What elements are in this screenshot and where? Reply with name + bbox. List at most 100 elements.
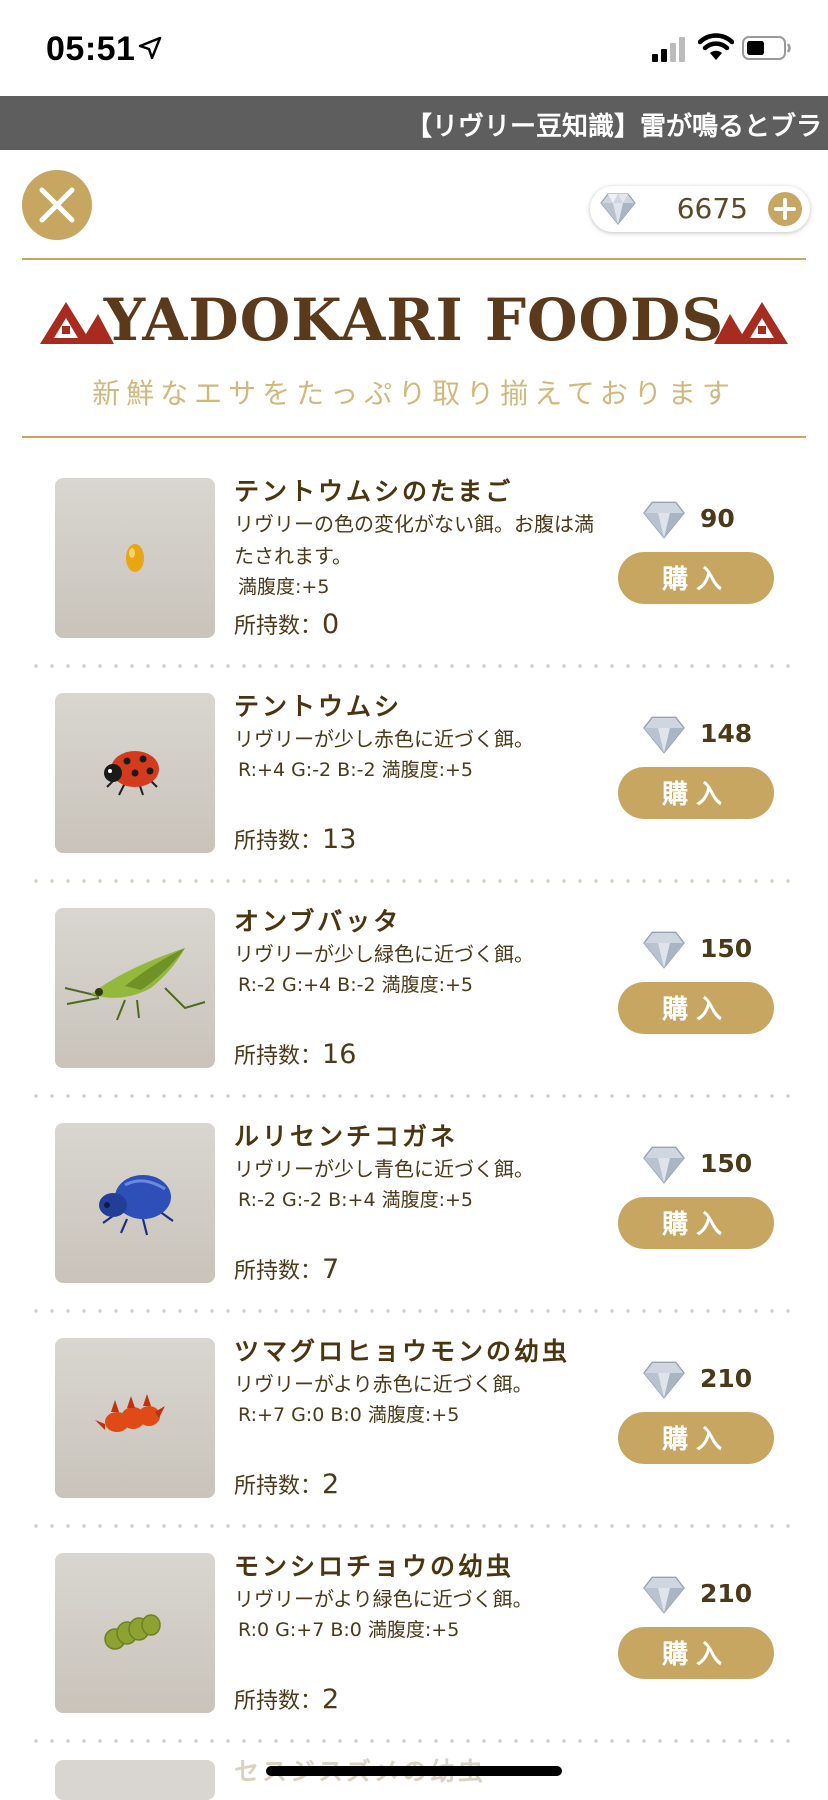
owned-label: 所持数： — [234, 1044, 323, 1069]
item-price: 210 — [700, 1579, 753, 1608]
grasshopper-icon — [64, 948, 206, 1021]
item-stats: R:-2 G:-2 B:+4 満腹度:+5 — [238, 1189, 474, 1211]
buy-button[interactable]: 購入 — [618, 552, 774, 604]
dotted-separator — [28, 1524, 800, 1528]
dotted-separator — [28, 1094, 800, 1098]
diamond-icon — [600, 193, 636, 225]
diamond-icon — [643, 1146, 685, 1184]
owned-label: 所持数： — [234, 1689, 323, 1714]
item-image — [55, 908, 215, 1068]
battery-icon — [742, 36, 791, 60]
item-description: リヴリーが少し青色に近づく餌。 — [234, 1157, 534, 1181]
list-item: ルリセンチコガネ リヴリーが少し青色に近づく餌。 R:-2 G:-2 B:+4 … — [0, 1122, 828, 1338]
status-time: 05:51 — [46, 30, 136, 68]
owned-count: 2 — [322, 1684, 340, 1715]
divider-top — [22, 258, 806, 260]
close-button[interactable] — [22, 170, 92, 240]
item-owned: 所持数：7 — [234, 1253, 339, 1285]
buy-button[interactable]: 購入 — [618, 767, 774, 819]
home-indicator[interactable] — [266, 1766, 562, 1776]
item-name: テントウムシのたまご — [234, 477, 514, 506]
buy-button[interactable]: 購入 — [618, 1412, 774, 1464]
diamond-icon — [643, 1361, 685, 1399]
plus-icon — [774, 198, 796, 220]
item-stats: 満腹度:+5 — [238, 576, 330, 598]
divider-bottom — [22, 436, 806, 438]
item-description: リヴリーが少し赤色に近づく餌。 — [234, 727, 534, 751]
location-arrow-icon — [138, 36, 162, 60]
close-icon — [39, 187, 75, 223]
item-image — [55, 1123, 215, 1283]
item-stats: R:+7 G:0 B:0 満腹度:+5 — [238, 1404, 460, 1426]
buy-button[interactable]: 購入 — [618, 1197, 774, 1249]
item-price: 150 — [700, 934, 753, 963]
dotted-separator — [28, 879, 800, 883]
ladybug-egg-icon — [126, 544, 144, 572]
item-name: ツマグロヒョウモンの幼虫 — [234, 1337, 571, 1366]
item-description: リヴリーの色の変化がない餌。お腹は満たされます。 — [234, 512, 594, 568]
item-name: モンシロチョウの幼虫 — [234, 1552, 515, 1581]
diamond-icon — [643, 1576, 685, 1614]
item-owned: 所持数：13 — [234, 823, 356, 855]
shop-logo-mark-icon — [714, 302, 788, 344]
ladybug-icon — [104, 751, 159, 796]
owned-label: 所持数： — [234, 1259, 323, 1284]
buy-button[interactable]: 購入 — [618, 982, 774, 1034]
diamond-icon — [643, 931, 685, 969]
item-owned: 所持数：2 — [234, 1468, 339, 1500]
list-item: オンブバッタ リヴリーが少し緑色に近づく餌。 R:-2 G:+4 B:-2 満腹… — [0, 907, 828, 1123]
shop-subtitle: 新鮮なエサをたっぷり取り揃えております — [92, 377, 736, 410]
green-caterpillar-icon — [104, 1614, 161, 1650]
next-item-image — [55, 1760, 215, 1800]
item-price: 150 — [700, 1149, 753, 1178]
item-owned: 所持数：16 — [234, 1038, 356, 1070]
item-description: リヴリーがより赤色に近づく餌。 — [234, 1372, 533, 1396]
wifi-icon — [698, 33, 734, 60]
item-price: 90 — [700, 504, 735, 533]
item-image — [55, 1338, 215, 1498]
item-stats: R:+4 G:-2 B:-2 満腹度:+5 — [238, 759, 474, 781]
shop-title: YADOKARI FOODS — [103, 286, 725, 354]
owned-count: 0 — [322, 609, 340, 640]
item-description: リヴリーが少し緑色に近づく餌。 — [234, 942, 534, 966]
item-owned: 所持数：2 — [234, 1683, 339, 1715]
item-description: リヴリーがより緑色に近づく餌。 — [234, 1587, 533, 1611]
item-price: 210 — [700, 1364, 753, 1393]
item-image — [55, 478, 215, 638]
list-item: ツマグロヒョウモンの幼虫 リヴリーがより赤色に近づく餌。 R:+7 G:0 B:… — [0, 1337, 828, 1553]
list-item: モンシロチョウの幼虫 リヴリーがより緑色に近づく餌。 R:0 G:+7 B:0 … — [0, 1552, 828, 1768]
news-ticker: 【リヴリー豆知識】雷が鳴るとブラ — [0, 96, 828, 150]
owned-label: 所持数： — [234, 614, 323, 639]
item-image — [55, 693, 215, 853]
item-stats: R:-2 G:+4 B:-2 満腹度:+5 — [238, 974, 474, 996]
dotted-separator — [28, 1309, 800, 1313]
dotted-separator — [28, 664, 800, 668]
owned-count: 13 — [322, 824, 357, 855]
add-gems-button[interactable] — [768, 192, 802, 226]
item-owned: 所持数：0 — [234, 608, 339, 640]
status-bar: 05:51 — [0, 0, 828, 96]
diamond-icon — [643, 501, 685, 539]
item-price: 148 — [700, 719, 753, 748]
item-name: オンブバッタ — [234, 907, 402, 936]
item-stats: R:0 G:+7 B:0 満腹度:+5 — [238, 1619, 460, 1641]
item-name: テントウムシ — [234, 692, 403, 721]
owned-label: 所持数： — [234, 1474, 323, 1499]
owned-count: 7 — [322, 1254, 340, 1285]
list-item: テントウムシのたまご リヴリーの色の変化がない餌。お腹は満たされます。 満腹度:… — [0, 477, 828, 693]
dotted-separator — [28, 1739, 800, 1743]
signal-icon — [652, 37, 685, 62]
diamond-icon — [643, 716, 685, 754]
gem-count: 6675 — [676, 192, 748, 225]
item-image — [55, 1553, 215, 1713]
list-item: テントウムシ リヴリーが少し赤色に近づく餌。 R:+4 G:-2 B:-2 満腹… — [0, 692, 828, 908]
item-name: ルリセンチコガネ — [234, 1122, 459, 1151]
owned-count: 2 — [322, 1469, 340, 1500]
buy-button[interactable]: 購入 — [618, 1627, 774, 1679]
owned-count: 16 — [322, 1039, 357, 1070]
gem-balance: 6675 — [590, 186, 810, 232]
blue-beetle-icon — [99, 1175, 174, 1236]
ticker-text: 【リヴリー豆知識】雷が鳴るとブラ — [406, 112, 823, 142]
red-caterpillar-icon — [95, 1394, 165, 1432]
owned-label: 所持数： — [234, 829, 323, 854]
